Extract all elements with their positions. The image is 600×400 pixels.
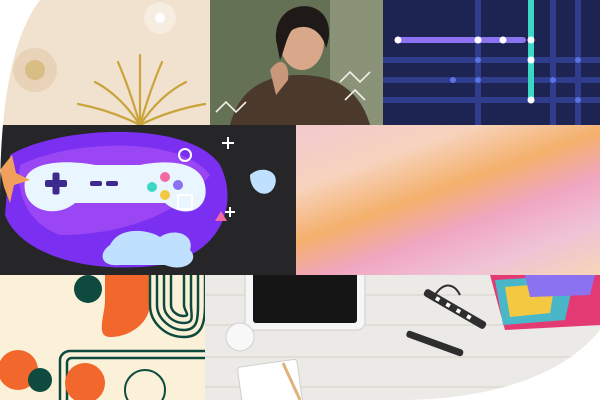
geometric-shapes-tile: [0, 275, 205, 400]
grid-lines-tile: [383, 0, 600, 125]
grid-lines-illustration: [383, 0, 600, 125]
sun-rays-illustration: [0, 0, 210, 125]
desk-photo: [205, 275, 600, 400]
tablet-screen: [253, 275, 357, 323]
portrait-photo: [210, 0, 383, 125]
desk-photo-tile: [205, 275, 600, 400]
collage-mask: [0, 0, 600, 400]
image-collage: [0, 0, 600, 400]
geometric-shapes-illustration: [0, 275, 205, 400]
portrait-photo-tile: [210, 0, 383, 125]
gamepad-illustration: [0, 125, 296, 275]
gamepad-illustration-tile: [0, 125, 296, 275]
gradient-blur-tile: [296, 125, 600, 275]
abstract-sun-tile: [0, 0, 210, 125]
